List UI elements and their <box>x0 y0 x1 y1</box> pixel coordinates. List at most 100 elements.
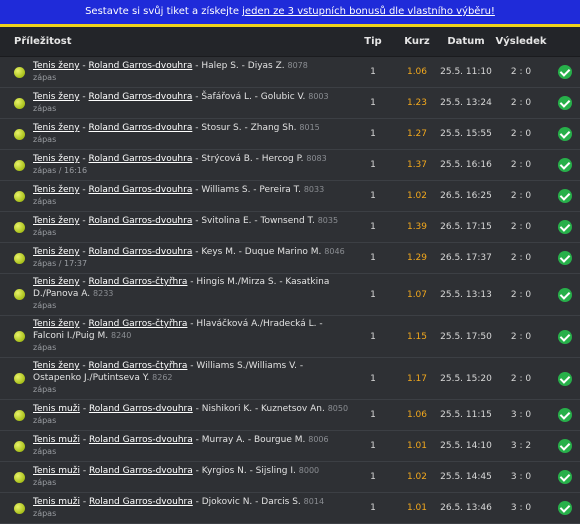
date-value: 25.5. 17:50 <box>440 331 492 342</box>
event-text: Tenis ženy - Roland Garros-čtyřhra - Hla… <box>33 319 323 352</box>
sport-link[interactable]: Tenis muži <box>33 404 80 414</box>
status-cell <box>550 470 580 484</box>
event-cell: Tenis muži - Roland Garros-dvouhra - Kyr… <box>0 465 352 489</box>
table-row: Tenis ženy - Roland Garros-čtyřhra - Hin… <box>0 274 580 316</box>
tennis-ball-icon <box>14 221 25 233</box>
tournament-link[interactable]: Roland Garros-dvouhra <box>89 404 193 414</box>
tournament-link[interactable]: Roland Garros-dvouhra <box>89 92 193 102</box>
check-circle-icon <box>558 96 572 110</box>
event-cell: Tenis ženy - Roland Garros-dvouhra - Key… <box>0 246 352 270</box>
table-row: Tenis ženy - Roland Garros-dvouhra - Str… <box>0 150 580 181</box>
event-cell: Tenis ženy - Roland Garros-čtyřhra - Wil… <box>0 361 352 396</box>
tournament-link[interactable]: Roland Garros-dvouhra <box>89 185 193 195</box>
sport-link[interactable]: Tenis ženy <box>33 61 80 71</box>
tournament-link[interactable]: Roland Garros-dvouhra <box>89 466 193 476</box>
header-datum: Datum <box>447 36 485 47</box>
table-row: Tenis ženy - Roland Garros-dvouhra - Key… <box>0 243 580 274</box>
event-text: Tenis ženy - Roland Garros-dvouhra - Svi… <box>33 216 339 237</box>
match-id: 8233 <box>93 289 114 298</box>
date-value: 25.5. 11:10 <box>440 67 492 77</box>
match-name: Stosur S. - Zhang Sh. <box>201 123 297 133</box>
match-id: 8015 <box>299 123 320 132</box>
tip-value: 1 <box>370 160 376 170</box>
status-cell <box>550 439 580 453</box>
match-subtitle: zápas <box>33 447 57 456</box>
match-id: 8000 <box>298 466 320 475</box>
date-value: 25.5. 16:16 <box>440 160 492 170</box>
event-cell: Tenis ženy - Roland Garros-dvouhra - Svi… <box>0 215 352 239</box>
tip-value: 1 <box>370 129 376 139</box>
header-kurz: Kurz <box>404 36 430 47</box>
tournament-link[interactable]: Roland Garros-čtyřhra <box>89 277 188 287</box>
match-id: 8050 <box>327 404 349 413</box>
odds-value: 1.02 <box>406 472 428 482</box>
sport-link[interactable]: Tenis ženy <box>33 319 80 329</box>
match-id: 8078 <box>287 61 308 70</box>
tournament-link[interactable]: Roland Garros-dvouhra <box>89 247 193 257</box>
sport-link[interactable]: Tenis ženy <box>33 247 80 257</box>
tournament-link[interactable]: Roland Garros-dvouhra <box>89 216 193 226</box>
match-id: 8046 <box>324 247 345 256</box>
check-circle-icon <box>558 65 572 79</box>
match-id: 8262 <box>152 373 173 382</box>
tournament-link[interactable]: Roland Garros-dvouhra <box>89 497 193 507</box>
event-text: Tenis muži - Roland Garros-dvouhra - Mur… <box>33 435 329 456</box>
result-value: 2 : 0 <box>510 373 532 384</box>
tournament-link[interactable]: Roland Garros-čtyřhra <box>89 319 188 329</box>
result-value: 2 : 0 <box>510 191 532 201</box>
bets-table: Tenis ženy - Roland Garros-dvouhra - Hal… <box>0 57 580 524</box>
sport-link[interactable]: Tenis muži <box>33 497 80 507</box>
event-cell: Tenis ženy - Roland Garros-dvouhra - Sto… <box>0 122 352 146</box>
status-cell <box>550 329 580 344</box>
match-name: Svitolina E. - Townsend T. <box>201 216 315 226</box>
tip-value: 1 <box>370 222 376 232</box>
sport-link[interactable]: Tenis ženy <box>33 216 80 226</box>
table-row: Tenis ženy - Roland Garros-dvouhra - Svi… <box>0 212 580 243</box>
odds-value: 1.39 <box>406 222 428 232</box>
event-text: Tenis ženy - Roland Garros-dvouhra - Wil… <box>33 185 325 206</box>
table-row: Tenis ženy - Roland Garros-dvouhra - Wil… <box>0 181 580 212</box>
match-subtitle: zápas <box>33 104 57 113</box>
odds-value: 1.01 <box>406 503 428 513</box>
result-value: 3 : 0 <box>510 410 532 420</box>
banner-link[interactable]: jeden ze 3 vstupních bonusů dle vlastníh… <box>242 6 495 17</box>
event-cell: Tenis muži - Roland Garros-dvouhra - Djo… <box>0 496 352 520</box>
sport-link[interactable]: Tenis muži <box>33 435 80 445</box>
sport-link[interactable]: Tenis muži <box>33 466 80 476</box>
sport-link[interactable]: Tenis ženy <box>33 185 80 195</box>
odds-value: 1.27 <box>406 129 428 139</box>
sport-link[interactable]: Tenis ženy <box>33 361 80 371</box>
check-circle-icon <box>558 158 572 172</box>
check-circle-icon <box>558 287 572 302</box>
status-cell <box>550 287 580 302</box>
date-value: 26.5. 13:46 <box>440 503 492 513</box>
table-row: Tenis ženy - Roland Garros-dvouhra - Sto… <box>0 119 580 150</box>
tennis-ball-icon <box>14 66 25 78</box>
tournament-link[interactable]: Roland Garros-dvouhra <box>89 435 193 445</box>
match-id: 8014 <box>303 497 325 506</box>
check-circle-icon <box>558 408 572 422</box>
match-subtitle: zápas <box>33 135 57 144</box>
check-circle-icon <box>558 329 572 344</box>
match-subtitle: zápas <box>33 73 57 82</box>
sport-link[interactable]: Tenis ženy <box>33 123 80 133</box>
sport-link[interactable]: Tenis ženy <box>33 154 80 164</box>
tournament-link[interactable]: Roland Garros-dvouhra <box>89 123 193 133</box>
tournament-link[interactable]: Roland Garros-čtyřhra <box>89 361 188 371</box>
tournament-link[interactable]: Roland Garros-dvouhra <box>89 61 193 71</box>
tournament-link[interactable]: Roland Garros-dvouhra <box>89 154 193 164</box>
event-cell: Tenis muži - Roland Garros-dvouhra - Nis… <box>0 403 352 427</box>
tip-value: 1 <box>370 191 376 201</box>
event-text: Tenis ženy - Roland Garros-čtyřhra - Hin… <box>33 277 330 310</box>
tip-value: 1 <box>370 67 376 77</box>
result-value: 2 : 0 <box>510 98 532 108</box>
sport-link[interactable]: Tenis ženy <box>33 92 80 102</box>
sport-link[interactable]: Tenis ženy <box>33 277 80 287</box>
date-value: 26.5. 17:37 <box>440 253 492 263</box>
odds-value: 1.06 <box>406 410 428 420</box>
match-id: 8003 <box>308 92 329 101</box>
result-value: 2 : 0 <box>510 160 532 170</box>
event-text: Tenis ženy - Roland Garros-čtyřhra - Wil… <box>33 361 304 394</box>
match-subtitle: zápas / 16:16 <box>33 166 88 175</box>
tennis-ball-icon <box>14 373 25 384</box>
